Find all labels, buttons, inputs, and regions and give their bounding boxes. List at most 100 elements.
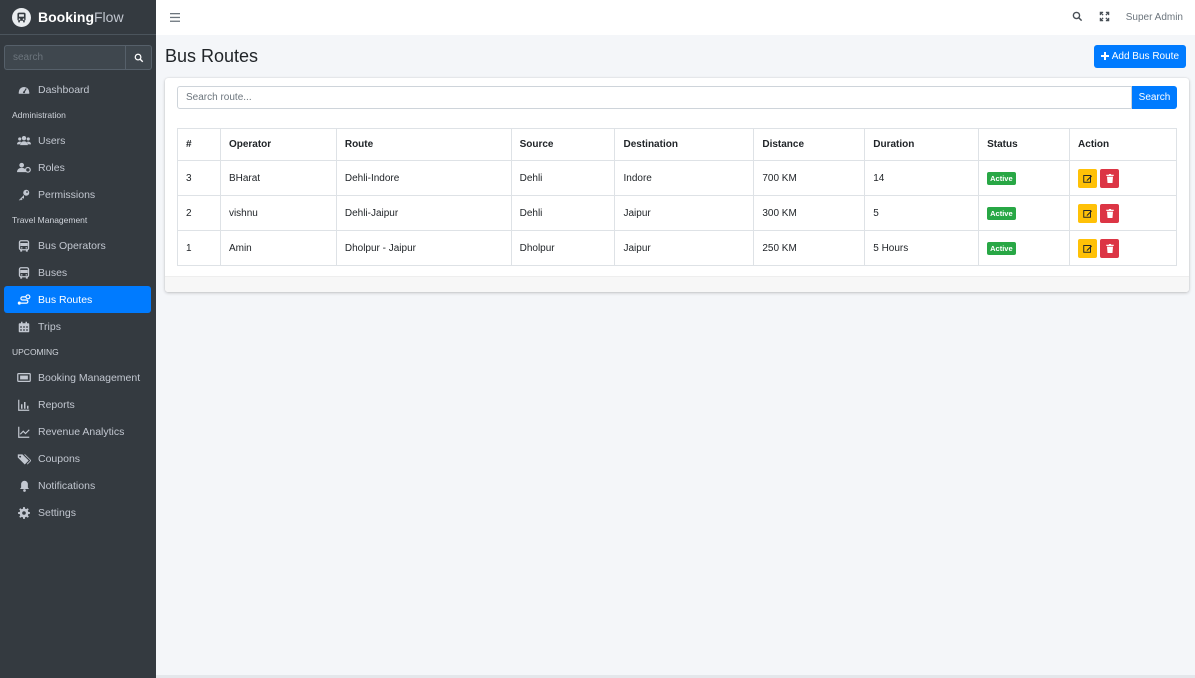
sidebar-item-label: Bus Routes bbox=[38, 293, 93, 306]
sidebar-item-users[interactable]: Users bbox=[4, 127, 151, 154]
table-row: 1 Amin Dholpur - Jaipur Dholpur Jaipur 250 KM… bbox=[177, 230, 1177, 266]
sidebar-item-booking-management[interactable]: Booking Management bbox=[4, 364, 151, 391]
key-icon bbox=[16, 189, 32, 201]
route-search: Search bbox=[177, 86, 1177, 109]
sidebar-item-label: Users bbox=[38, 134, 66, 147]
sidebar-item-notifications[interactable]: Notifications bbox=[4, 472, 151, 499]
cell-destination: Indore bbox=[614, 160, 755, 196]
dashboard-icon bbox=[16, 84, 32, 96]
cell-operator: vishnu bbox=[219, 195, 337, 231]
cell-duration: 14 bbox=[864, 160, 980, 196]
cell-route: Dehli-Indore bbox=[335, 160, 512, 196]
page-title: Bus Routes bbox=[165, 45, 259, 66]
logo-icon bbox=[12, 7, 31, 27]
bus-icon bbox=[16, 266, 32, 279]
row-actions bbox=[1078, 238, 1168, 258]
sidebar: BookingFlow Dashboard Administration Users… bbox=[0, 0, 156, 678]
sidebar-item-revenue-analytics[interactable]: Revenue Analytics bbox=[4, 418, 151, 445]
sidebar-item-coupons[interactable]: Coupons bbox=[4, 445, 151, 472]
sidebar-item-trips[interactable]: Trips bbox=[4, 313, 151, 340]
cell-distance: 250 KM bbox=[753, 230, 866, 266]
sidebar-item-settings[interactable]: Settings bbox=[4, 499, 151, 526]
brand[interactable]: BookingFlow bbox=[0, 0, 156, 35]
cell-action bbox=[1069, 195, 1177, 231]
route-icon bbox=[16, 293, 32, 306]
trash-icon bbox=[1105, 208, 1114, 218]
table-header-row: # Operator Route Source Destination Distance D… bbox=[177, 128, 1177, 161]
routes-card: Search #OperatorRouteSourceDestinationDi… bbox=[165, 78, 1189, 292]
edit-button[interactable] bbox=[1078, 238, 1098, 258]
sidebar-item-label: Reports bbox=[38, 398, 75, 411]
sidebar-search bbox=[4, 45, 152, 70]
status-badge: Active bbox=[987, 241, 1016, 255]
sidebar-item-permissions[interactable]: Permissions bbox=[4, 181, 151, 208]
cell-operator: BHarat bbox=[219, 160, 337, 196]
delete-button[interactable] bbox=[1100, 238, 1120, 258]
table-body: 3 BHarat Dehli-Indore Dehli Indore 700 KM 14 Ac… bbox=[177, 160, 1177, 266]
sidebar-item-label: Roles bbox=[38, 161, 65, 174]
plus-icon bbox=[1100, 52, 1109, 60]
status-badge: Active bbox=[987, 171, 1016, 185]
users-icon bbox=[16, 135, 32, 146]
cell-distance: 700 KM bbox=[753, 160, 866, 196]
brand-name: BookingFlow bbox=[38, 9, 124, 25]
add-bus-route-button[interactable]: Add Bus Route bbox=[1093, 44, 1186, 68]
delete-button[interactable] bbox=[1100, 168, 1120, 188]
cell-destination: Jaipur bbox=[614, 195, 755, 231]
search-icon[interactable] bbox=[1072, 11, 1083, 25]
column-header: Destination bbox=[614, 128, 755, 161]
sidebar-item-roles[interactable]: Roles bbox=[4, 154, 151, 181]
sidebar-item-bus-operators[interactable]: Bus Operators bbox=[4, 232, 151, 259]
sidebar-item-label: Buses bbox=[38, 266, 68, 279]
sidebar-item-label: Dashboard bbox=[38, 83, 90, 96]
status-badge: Active bbox=[987, 206, 1016, 220]
sidebar-search-button[interactable] bbox=[125, 45, 152, 70]
trend-icon bbox=[16, 426, 32, 438]
edit-icon bbox=[1083, 209, 1093, 218]
sidebar-item-dashboard[interactable]: Dashboard bbox=[4, 76, 151, 103]
sidebar-item-label: Coupons bbox=[38, 452, 81, 465]
add-bus-route-label: Add Bus Route bbox=[1111, 50, 1179, 62]
sidebar-item-label: Settings bbox=[38, 506, 76, 519]
cell-status: Active bbox=[978, 230, 1071, 266]
edit-button[interactable] bbox=[1078, 168, 1098, 188]
chart-icon bbox=[16, 399, 32, 411]
nav-header: Travel Management bbox=[12, 215, 88, 225]
routes-table: # Operator Route Source Destination Distance D… bbox=[177, 128, 1177, 266]
fullscreen-icon[interactable] bbox=[1099, 11, 1110, 25]
gear-icon bbox=[16, 506, 32, 519]
cell-action bbox=[1069, 230, 1177, 266]
roles-icon bbox=[16, 162, 32, 173]
column-header: Distance bbox=[753, 128, 866, 161]
user-menu[interactable]: Super Admin bbox=[1126, 12, 1183, 23]
column-header: Action bbox=[1069, 128, 1177, 161]
nav-header: UPCOMING bbox=[12, 347, 59, 357]
cell-source: Dehli bbox=[510, 195, 616, 231]
row-actions bbox=[1078, 168, 1168, 188]
card-footer bbox=[165, 276, 1189, 292]
route-search-button[interactable]: Search bbox=[1132, 86, 1177, 109]
cell-id: 3 bbox=[177, 160, 221, 196]
sidebar-item-label: Notifications bbox=[38, 479, 96, 492]
sidebar-item-label: Permissions bbox=[38, 188, 96, 201]
cell-distance: 300 KM bbox=[753, 195, 866, 231]
route-search-input[interactable] bbox=[177, 86, 1132, 109]
sidebar-nav: Dashboard Administration Users Roles Permiss… bbox=[0, 76, 156, 526]
cell-duration: 5 Hours bbox=[864, 230, 980, 266]
cell-action bbox=[1069, 160, 1177, 196]
menu-toggle-icon[interactable] bbox=[170, 10, 180, 25]
sidebar-item-label: Bus Operators bbox=[38, 239, 106, 252]
calendar-icon bbox=[16, 321, 32, 333]
sidebar-item-bus-routes[interactable]: Bus Routes bbox=[4, 286, 151, 313]
trash-icon bbox=[1105, 173, 1114, 183]
sidebar-item-label: Booking Management bbox=[38, 371, 141, 384]
sidebar-item-buses[interactable]: Buses bbox=[4, 259, 151, 286]
sidebar-item-reports[interactable]: Reports bbox=[4, 391, 151, 418]
cell-destination: Jaipur bbox=[614, 230, 755, 266]
delete-button[interactable] bbox=[1100, 203, 1120, 223]
tags-icon bbox=[16, 453, 32, 465]
cell-source: Dehli bbox=[510, 160, 616, 196]
edit-button[interactable] bbox=[1078, 203, 1098, 223]
nav-header: Administration bbox=[12, 110, 66, 120]
sidebar-search-input[interactable] bbox=[4, 45, 125, 70]
